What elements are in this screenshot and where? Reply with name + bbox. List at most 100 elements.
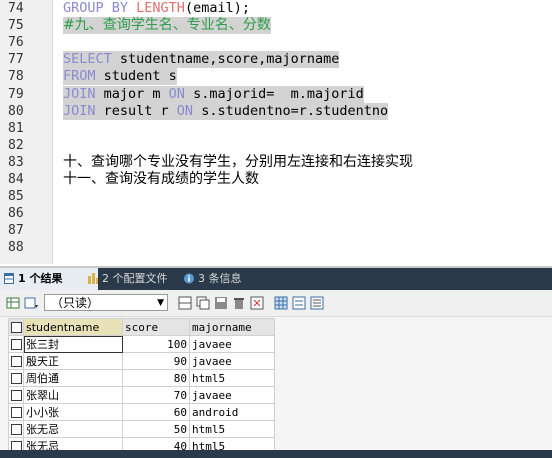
editor-line[interactable]: 87 [0, 222, 552, 239]
line-number: 76 [8, 35, 24, 51]
cell-score[interactable]: 50 [122, 420, 190, 438]
code-token: SELECT [63, 51, 120, 68]
cell-majorname[interactable]: html5 [189, 420, 275, 438]
table-row[interactable]: 张翠山 70 javaee [8, 386, 275, 404]
readonly-select[interactable]: （只读） ▼ [44, 294, 168, 311]
table-row[interactable]: 周伯通 80 html5 [8, 369, 275, 387]
editor-line[interactable]: 85 [0, 188, 552, 205]
sql-editor[interactable]: 74 GROUP BY LENGTH(email); 75 #九、查询学生名、专业名、… [0, 0, 552, 264]
code-text: FROM student s [63, 68, 177, 86]
cell-majorname[interactable]: android [189, 403, 275, 421]
column-header-majorname[interactable]: majorname [189, 318, 275, 336]
row-checkbox[interactable] [8, 335, 24, 353]
cell-score[interactable]: 70 [122, 386, 190, 404]
code-text: SELECT studentname,score,majorname [63, 51, 340, 69]
cell-score[interactable]: 100 [122, 335, 190, 353]
result-panel: 1 个结果 2 个配置文件 3 条信息 （只读） ▼ studentname s… [0, 266, 552, 458]
code-token: ON [168, 85, 194, 102]
code-text: 十、查询哪个专业没有学生，分别用左连接和右连接实现 [63, 154, 413, 171]
editor-line[interactable]: 75 #九、查询学生名、专业名、分数 [0, 17, 552, 35]
insert-row-icon[interactable] [178, 296, 192, 310]
cell-studentname[interactable]: 周伯通 [23, 369, 123, 387]
line-number: 78 [8, 69, 24, 85]
table-row[interactable]: 张无忌 50 html5 [8, 420, 275, 438]
code-token: GROUP BY [63, 0, 137, 16]
row-checkbox[interactable] [8, 386, 24, 404]
text-view-icon[interactable] [310, 296, 324, 310]
code-text: #九、查询学生名、专业名、分数 [63, 17, 271, 35]
editor-line[interactable]: 78 FROM student s [0, 68, 552, 86]
chevron-down-icon: ▼ [157, 298, 164, 308]
delete-icon[interactable] [232, 296, 246, 310]
line-number: 88 [8, 240, 24, 256]
export-grid-icon[interactable] [6, 296, 20, 310]
tab-profiles[interactable]: 2 个配置文件 [84, 268, 194, 290]
code-token: 十一、查询没有成绩的学生人数 [63, 171, 259, 187]
code-text: GROUP BY LENGTH(email); [63, 0, 250, 17]
cell-majorname[interactable]: javaee [189, 335, 275, 353]
grid-view-icon[interactable] [274, 296, 288, 310]
profile-icon [88, 273, 98, 284]
status-bar [0, 450, 552, 458]
table-row[interactable]: 小小张 60 android [8, 403, 275, 421]
column-header-score[interactable]: score [122, 318, 190, 336]
code-token: s.majorid= m.majorid [193, 85, 364, 102]
cell-score[interactable]: 60 [122, 403, 190, 421]
editor-line[interactable]: 84 十一、查询没有成绩的学生人数 [0, 171, 552, 188]
result-grid[interactable]: studentname score majorname 张三封 100 javaee… [8, 318, 275, 455]
table-row[interactable]: 张三封 100 javaee [8, 335, 275, 353]
cell-studentname[interactable]: 张三封 [23, 335, 123, 353]
editor-line[interactable]: 79 JOIN major m ON s.majorid= m.majorid [0, 85, 552, 103]
result-tabs: 1 个结果 2 个配置文件 3 条信息 [0, 268, 552, 290]
code-token: #九、查询学生名、专业名、分数 [63, 17, 271, 34]
code-token: LENGTH [136, 0, 185, 16]
code-token: 十、查询哪个专业没有学生，分别用左连接和右连接实现 [63, 153, 413, 170]
line-number: 85 [8, 189, 24, 205]
tab-messages[interactable]: 3 条信息 [180, 268, 268, 290]
duplicate-row-icon[interactable] [196, 296, 210, 310]
editor-line[interactable]: 81 [0, 120, 552, 137]
view-mode-icon[interactable] [24, 296, 38, 310]
code-token: (email); [184, 0, 250, 16]
cell-score[interactable]: 90 [122, 352, 190, 370]
row-checkbox[interactable] [8, 369, 24, 387]
code-token: student s [103, 68, 177, 85]
editor-line[interactable]: 76 [0, 34, 552, 51]
editor-line[interactable]: 80 JOIN result r ON s.studentno=r.student… [0, 102, 552, 120]
editor-line[interactable]: 88 [0, 239, 552, 256]
editor-line[interactable]: 83 十、查询哪个专业没有学生，分别用左连接和右连接实现 [0, 154, 552, 171]
revert-icon[interactable] [250, 296, 264, 310]
form-view-icon[interactable] [292, 296, 306, 310]
tab-label: 3 条信息 [198, 272, 242, 285]
save-icon[interactable] [214, 296, 228, 310]
row-checkbox[interactable] [8, 420, 24, 438]
result-toolbar: （只读） ▼ [0, 290, 552, 317]
editor-line[interactable]: 77 SELECT studentname,score,majorname [0, 51, 552, 69]
cell-studentname[interactable]: 张翠山 [23, 386, 123, 404]
cell-majorname[interactable]: html5 [189, 369, 275, 387]
code-token: s.studentno=r.studentno [201, 102, 389, 119]
editor-line[interactable]: 86 [0, 205, 552, 222]
cell-studentname[interactable]: 张无忌 [23, 420, 123, 438]
editor-line[interactable]: 82 [0, 137, 552, 154]
line-number: 75 [8, 18, 24, 34]
line-number: 81 [8, 120, 24, 136]
line-number: 86 [8, 206, 24, 222]
line-number: 87 [8, 223, 24, 239]
code-token: FROM [63, 68, 104, 85]
cell-majorname[interactable]: javaee [189, 386, 275, 404]
column-header-studentname[interactable]: studentname [23, 318, 123, 336]
table-row[interactable]: 殷天正 90 javaee [8, 352, 275, 370]
cell-studentname[interactable]: 小小张 [23, 403, 123, 421]
code-token: JOIN [63, 85, 104, 102]
cell-majorname[interactable]: javaee [189, 352, 275, 370]
select-all-checkbox[interactable] [8, 318, 24, 336]
row-checkbox[interactable] [8, 403, 24, 421]
cell-studentname[interactable]: 殷天正 [23, 352, 123, 370]
table-icon [4, 273, 14, 284]
code-token: JOIN [63, 102, 104, 119]
editor-line[interactable]: 74 GROUP BY LENGTH(email); [0, 0, 552, 17]
row-checkbox[interactable] [8, 352, 24, 370]
cell-score[interactable]: 80 [122, 369, 190, 387]
code-text: 十一、查询没有成绩的学生人数 [63, 171, 259, 188]
